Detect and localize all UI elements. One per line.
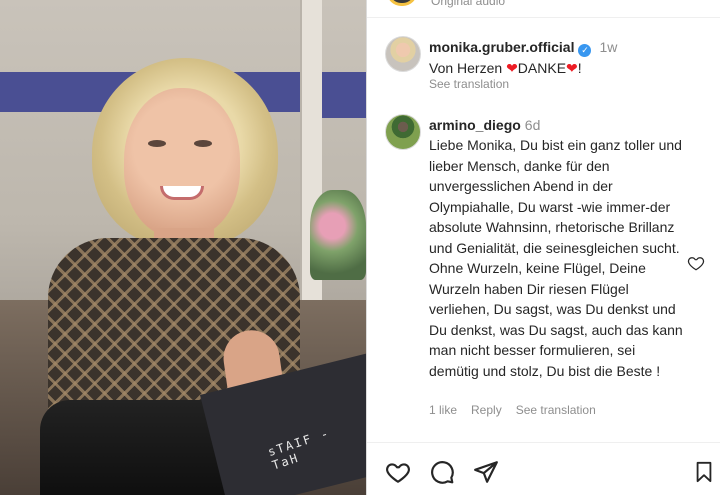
audio-label: Original audio (431, 0, 506, 8)
comment-meta: 1 like Reply See translation (429, 403, 610, 417)
comment-like-heart-icon[interactable] (687, 254, 705, 272)
bookmark-icon[interactable] (693, 459, 715, 485)
red-heart-icon: ❤ (506, 60, 518, 76)
timestamp[interactable]: 6d (525, 117, 541, 133)
heart-icon[interactable] (385, 459, 411, 485)
audio-bar[interactable]: Original audio (367, 0, 720, 18)
audio-avatar (387, 0, 417, 6)
comment-header: armino_diego 6d (429, 116, 540, 134)
reply-button[interactable]: Reply (471, 403, 502, 417)
flower-bouquet (310, 190, 366, 280)
person-face (124, 88, 240, 238)
person-eye (194, 140, 212, 147)
avatar[interactable] (385, 114, 421, 150)
comment-icon[interactable] (429, 459, 455, 485)
see-translation-link[interactable]: See translation (516, 403, 596, 417)
caption-header: monika.gruber.official ✓ 1w (429, 38, 617, 57)
comments-panel: Original audio monika.gruber.official ✓ 1w… (366, 0, 720, 495)
wall-pipe (300, 0, 322, 330)
share-icon[interactable] (473, 459, 499, 485)
username-link[interactable]: armino_diego (429, 117, 521, 133)
caption-text: Von Herzen ❤DANKE❤! (429, 58, 683, 79)
post-photo[interactable]: sTAIF - TaH (0, 0, 366, 495)
wall-stripe (320, 88, 366, 118)
verified-badge-icon: ✓ (578, 44, 592, 57)
caption-text-part: ! (577, 60, 582, 76)
see-translation-link[interactable]: See translation (429, 77, 509, 91)
person-eye (148, 140, 166, 147)
comment-text: Liebe Monika, Du bist ein ganz toller un… (429, 137, 683, 379)
like-count[interactable]: 1 like (429, 403, 457, 417)
avatar[interactable] (385, 36, 421, 72)
action-bar (367, 442, 720, 495)
timestamp[interactable]: 1w (599, 39, 617, 55)
caption-text-part: Von Herzen (429, 60, 507, 76)
red-heart-icon: ❤ (566, 60, 578, 76)
username-link[interactable]: monika.gruber.official (429, 39, 574, 55)
caption-text-part: DANKE (517, 60, 567, 76)
